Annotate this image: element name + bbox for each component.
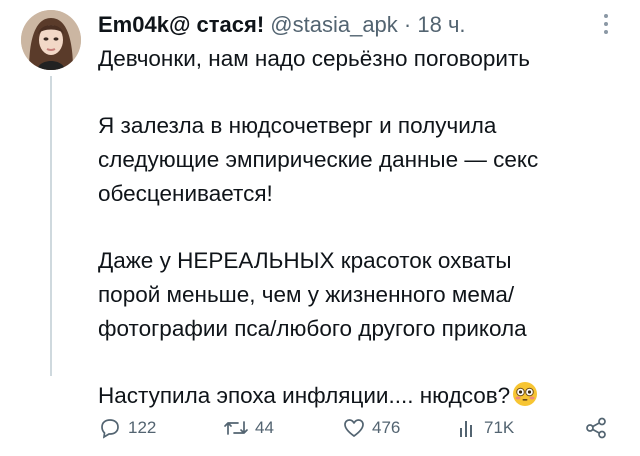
separator-dot: ·	[403, 12, 412, 37]
tweet-line: Девчонки, нам надо серьёзно поговорить	[98, 46, 531, 71]
avatar[interactable]	[21, 10, 81, 70]
like-button[interactable]: 476	[342, 410, 400, 446]
views-button[interactable]: 71K	[458, 410, 514, 446]
tweet-text: Девчонки, нам надо серьёзно поговорить Я…	[98, 42, 628, 413]
more-options-icon[interactable]	[596, 14, 616, 40]
tweet-line: Я залезла в нюдсочетверг и получила	[98, 113, 497, 138]
share-icon	[586, 417, 606, 439]
avatar-photo	[21, 10, 81, 70]
tweet-line: Даже у НЕРЕАЛЬНЫХ красоток охваты	[98, 248, 512, 273]
tweet-line: обесценивается!	[98, 181, 273, 206]
tweet-header: Em04k@ стася! @stasia_apk · 18 ч.	[98, 12, 466, 38]
share-button[interactable]	[584, 410, 608, 446]
tweet-line: фотографии пса/любого другого прикола	[98, 316, 527, 341]
tweet-line: Наступила эпоха инфляции.... нюдсов?	[98, 383, 511, 408]
retweet-icon	[224, 421, 248, 435]
views-count: 71K	[484, 418, 515, 437]
like-count: 476	[372, 418, 401, 437]
tweet-line: порой меньше, чем у жизненного мема/	[98, 282, 515, 307]
author-handle[interactable]: @stasia_apk	[270, 12, 398, 37]
tweet-actions: 122 44 476 71K	[98, 410, 618, 446]
reply-button[interactable]: 122	[98, 410, 156, 446]
reply-icon	[101, 419, 119, 439]
views-icon	[460, 421, 472, 437]
thread-line	[50, 76, 52, 376]
tweet-time[interactable]: 18 ч.	[417, 12, 465, 37]
heart-icon	[344, 419, 364, 437]
tweet-last-line: Наступила эпоха инфляции.... нюдсов?	[98, 379, 628, 413]
tweet-line: следующие эмпирические данные — секс	[98, 147, 539, 172]
retweet-count: 44	[255, 418, 274, 437]
author-name[interactable]: Em04k@ стася!	[98, 12, 264, 37]
retweet-button[interactable]: 44	[223, 410, 274, 446]
reply-count: 122	[128, 418, 157, 437]
